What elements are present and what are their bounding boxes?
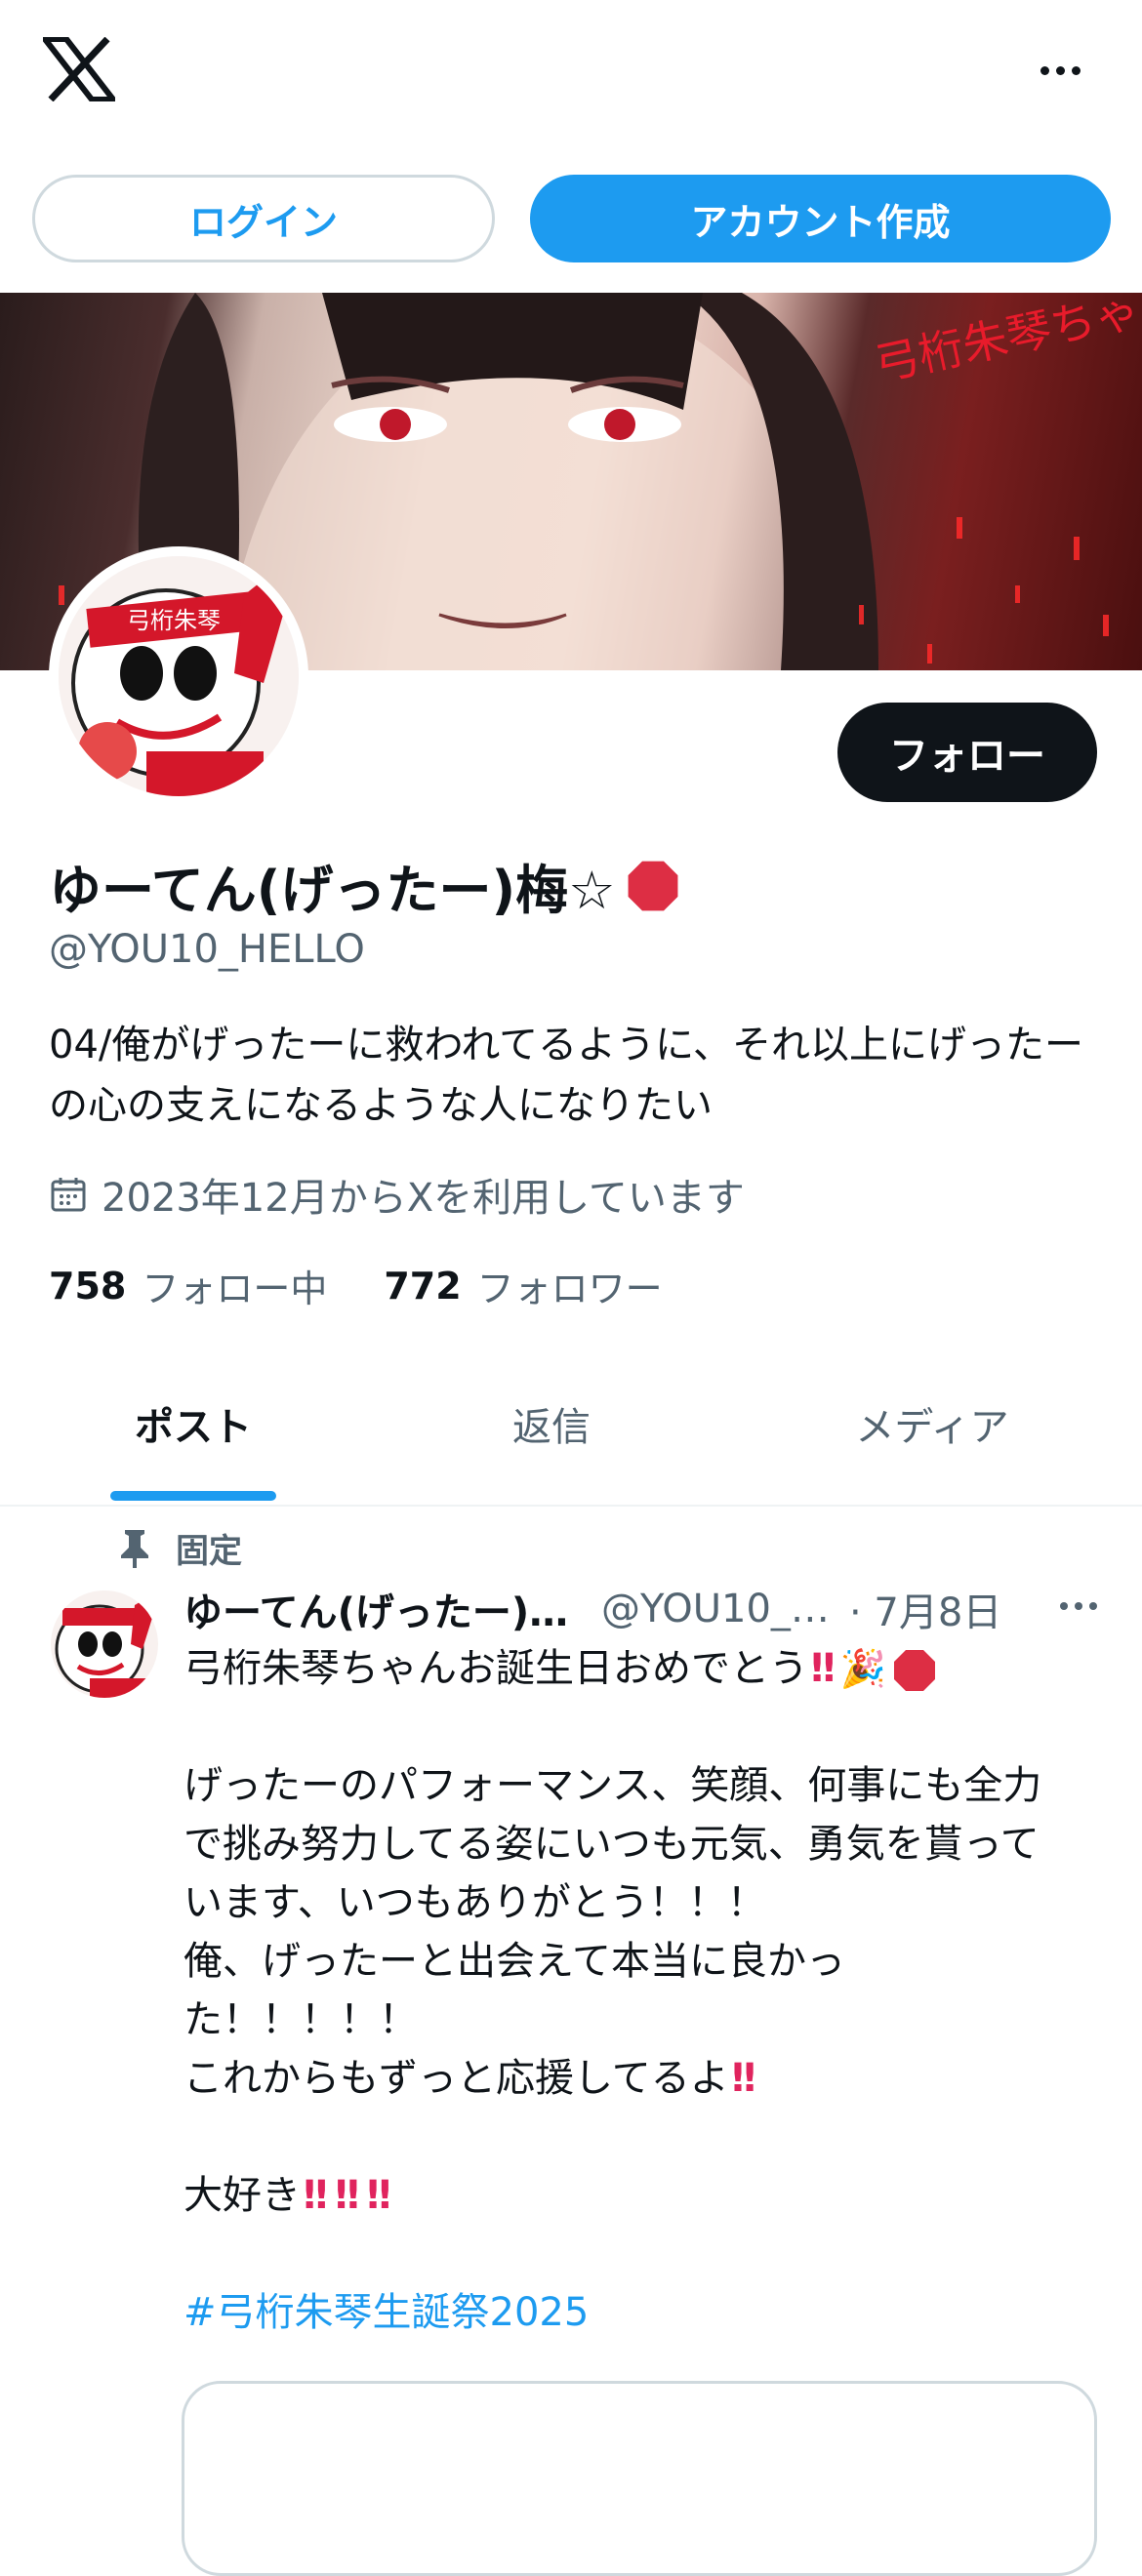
stop-sign-icon [624, 857, 681, 914]
create-account-button[interactable]: アカウント作成 [530, 175, 1111, 262]
post-line-7-text: これからもずっと応援してるよ [184, 2056, 729, 2101]
double-exclamation-icon: !! [301, 2173, 331, 2218]
post-author-avatar[interactable] [51, 1590, 158, 1698]
post-line-7: これからもずっと応援してるよ!! [184, 2049, 1101, 2108]
svg-text:弓桁朱琴: 弓桁朱琴 [127, 607, 221, 634]
calendar-icon [51, 1178, 86, 1212]
post-hashtag[interactable]: #弓桁朱琴生誕祭2025 [184, 2283, 1101, 2342]
post-more-icon[interactable] [1056, 1590, 1101, 1620]
post-author-name[interactable]: ゆーてん(げったー)梅☆ [184, 1581, 584, 1637]
double-exclamation-icon: !! [808, 1646, 838, 1691]
display-name: ゆーてん(げったー)梅☆ [49, 847, 682, 924]
followers-count[interactable]: 772 [384, 1265, 461, 1308]
tab-replies[interactable]: 返信 [395, 1395, 708, 1452]
post-line-5: 俺、げったーと出会えて本当に良かっ [184, 1939, 845, 1984]
banner-signature: 弓桁朱琴ちゃん [870, 293, 1142, 391]
following-label[interactable]: フォロー中 [142, 1259, 327, 1312]
post-line-6: た！！！！！ [184, 1997, 418, 2042]
post-line-love: 大好き!!!!!! [184, 2166, 1101, 2225]
double-exclamation-icon: !! [363, 2173, 394, 2218]
follow-button[interactable]: フォロー [837, 703, 1097, 802]
double-exclamation-icon: !! [728, 2056, 759, 2101]
more-horizontal-icon[interactable] [1035, 49, 1089, 92]
login-button[interactable]: ログイン [32, 175, 495, 262]
follow-counts: 758 フォロー中 772 フォロワー [49, 1259, 719, 1312]
post-media-card[interactable] [182, 2381, 1097, 2576]
x-logo-icon[interactable] [38, 36, 120, 102]
double-exclamation-icon: !! [332, 2173, 362, 2218]
post-line-1: 弓桁朱琴ちゃんお誕生日おめでとう!! 🎉 [184, 1639, 1101, 1698]
post-blank-line [184, 1698, 1101, 1756]
post-line-4: います、いつもありがとう！！！ [184, 1880, 766, 1925]
post-line-2: げったーのパフォーマンス、笑顔、何事にも全力 [184, 1763, 1042, 1808]
profile-handle: @YOU10_HELLO [49, 927, 365, 972]
following-count[interactable]: 758 [49, 1265, 126, 1308]
post-author-handle[interactable]: @YOU10_HELLO [601, 1587, 836, 1631]
post-blank-line [184, 2225, 1101, 2283]
post-body: 弓桁朱琴ちゃんお誕生日おめでとう!! 🎉 げったーのパフォーマンス、笑顔、何事にも… [184, 1639, 1101, 2342]
profile-bio: 04/俺がげったーに救われてるように、それ以上にげったーの心の支えになるような人… [49, 1023, 1083, 1128]
pin-icon [121, 1529, 148, 1568]
stop-sign-icon [893, 1650, 935, 1691]
active-tab-indicator [110, 1491, 276, 1501]
pinned-indicator: 固定 [117, 1524, 242, 1572]
profile-avatar[interactable]: 弓桁朱琴 [49, 546, 308, 806]
post-date[interactable]: · 7月8日 [849, 1581, 1001, 1637]
joined-date: 2023年12月からXを利用しています [49, 1166, 745, 1223]
followers-label[interactable]: フォロワー [477, 1259, 663, 1312]
tabs-divider [0, 1505, 1142, 1507]
post-header: ゆーてん(げったー)梅☆ @YOU10_HELLO · 7月8日 [184, 1581, 1101, 1637]
joined-text: 2023年12月からXを利用しています [102, 1176, 745, 1221]
pinned-label: 固定 [176, 1532, 242, 1571]
post-line-3: で挑み努力してる姿にいつも元気、勇気を貰って [184, 1822, 1040, 1867]
tab-posts[interactable]: ポスト [37, 1395, 349, 1452]
post-blank-line [184, 2108, 1101, 2166]
tab-media[interactable]: メディア [776, 1395, 1088, 1452]
post-line-1-text: 弓桁朱琴ちゃんお誕生日おめでとう [184, 1646, 808, 1691]
party-popper-icon: 🎉 [839, 1647, 886, 1690]
display-name-text: ゆーてん(げったー)梅☆ [49, 860, 616, 921]
post-line-love-text: 大好き [184, 2173, 301, 2218]
